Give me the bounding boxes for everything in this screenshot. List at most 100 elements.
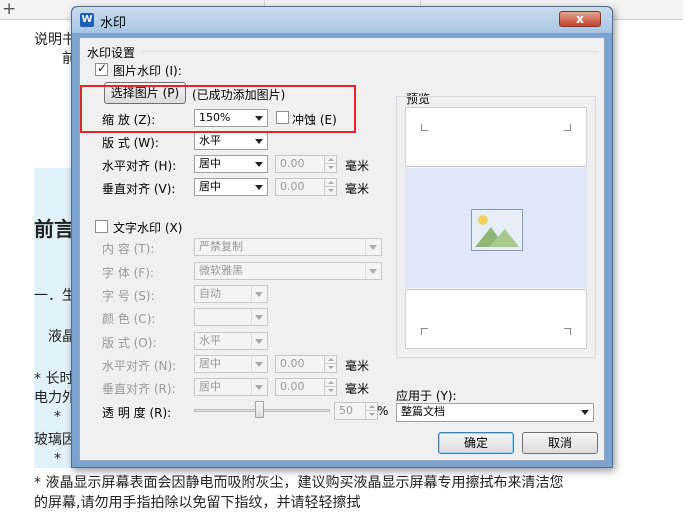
chevron-down-icon [369,245,377,250]
unit-label: 毫米 [345,182,370,196]
color-dropdown[interactable] [194,308,268,326]
font-label: 字 体 (F): [102,266,154,280]
picture-valign-offset-value: 0.00 [280,180,305,193]
text-valign-offset[interactable]: 0.00 [275,378,337,396]
chevron-down-icon [255,315,263,320]
section-divider [142,51,598,52]
picture-layout-value: 水平 [199,134,221,147]
transparency-label: 透 明 度 (R): [102,406,172,420]
ok-button[interactable]: 确定 [438,432,514,454]
size-label: 字 号 (S): [102,289,155,303]
unit-label: 毫米 [345,159,370,173]
doc-line: * 长时 [34,371,74,387]
picture-layout-label: 版 式 (W): [102,136,159,150]
spin-up-icon[interactable] [324,156,336,164]
chevron-down-icon [255,185,263,190]
doc-line: 的屏幕,请勿用手指拍除以免留下指纹，并请轻轻擦拭 [34,495,361,511]
transparency-slider-thumb[interactable] [255,401,264,418]
text-valign-value: 居中 [199,380,221,393]
doc-line: 一．生 [34,288,76,304]
transparency-spinbox[interactable]: 50 [334,402,378,420]
content-label: 内 容 (T): [102,242,155,256]
content-dropdown[interactable]: 严禁复制 [194,238,382,256]
spin-up-icon[interactable] [324,379,336,387]
picture-icon [471,209,523,251]
text-watermark-label: 文字水印 (X) [113,221,183,235]
doc-line: * 液晶显示屏幕表面会因静电而吸附灰尘，建议购买液晶显示屏幕专用擦拭布来清洁您 [34,475,564,491]
doc-line: 电力外 [34,390,76,406]
preview-frame [396,96,596,358]
apply-to-dropdown[interactable]: 整篇文档 [396,403,594,422]
text-halign-offset-value: 0.00 [280,357,305,370]
unit-label: 毫米 [345,359,370,373]
doc-heading: 前言 [34,217,74,241]
picture-valign-dropdown[interactable]: 居中 [194,178,268,196]
doc-line: 说明书 [34,32,76,48]
spin-down-icon[interactable] [324,364,336,372]
text-valign-offset-value: 0.00 [280,380,305,393]
color-label: 颜 色 (C): [102,312,156,326]
chevron-down-icon [255,362,263,367]
text-valign-label: 垂直对齐 (R): [102,382,176,396]
apply-to-label: 应用于 (Y): [396,389,457,403]
picture-valign-value: 居中 [199,180,221,193]
picture-valign-offset[interactable]: 0.00 [275,178,337,196]
content-value: 严禁复制 [199,240,243,253]
close-button[interactable]: x [559,11,601,27]
new-tab-icon[interactable]: + [2,0,16,19]
preview-page-bottom [405,289,587,349]
size-value: 自动 [199,287,221,300]
picture-watermark-label: 图片水印 (I): [113,64,182,78]
picture-halign-offset-value: 0.00 [280,157,305,170]
font-dropdown[interactable]: 微软雅黑 [194,262,382,280]
section-title: 水印设置 [87,46,136,60]
preview-page-top [405,107,587,167]
spin-up-icon[interactable] [324,179,336,187]
chevron-down-icon [255,385,263,390]
size-dropdown[interactable]: 自动 [194,285,268,303]
text-halign-value: 居中 [199,357,221,370]
chevron-down-icon [255,139,263,144]
spin-down-icon[interactable] [365,411,377,419]
text-halign-label: 水平对齐 (N): [102,359,177,373]
cancel-button[interactable]: 取消 [522,432,598,454]
doc-line: * [54,451,61,467]
chevron-down-icon [255,339,263,344]
percent-unit: % [377,404,389,418]
apply-to-value: 整篇文档 [401,405,445,418]
annotation-highlight-box [80,85,356,133]
watermark-dialog: W 水印 x 水印设置 图片水印 (I): 选择图片 (P) (已成功添加图片)… [71,6,613,468]
text-halign-offset[interactable]: 0.00 [275,355,337,373]
doc-line: * [54,409,61,425]
wps-logo-icon: W [80,13,94,27]
chevron-down-icon [255,292,263,297]
text-watermark-checkbox[interactable] [95,220,108,233]
unit-label: 毫米 [345,382,370,396]
preview-watermark-band [405,168,587,288]
chevron-down-icon [581,410,589,415]
text-halign-dropdown[interactable]: 居中 [194,355,268,373]
chevron-down-icon [369,269,377,274]
picture-halign-value: 居中 [199,157,221,170]
spin-down-icon[interactable] [324,164,336,172]
picture-valign-label: 垂直对齐 (V): [102,182,176,196]
picture-halign-offset[interactable]: 0.00 [275,155,337,173]
dialog-titlebar[interactable]: W 水印 x [72,7,612,33]
text-layout-value: 水平 [199,334,221,347]
chevron-down-icon [255,162,263,167]
picture-watermark-checkbox[interactable] [95,61,108,76]
transparency-value: 50 [339,404,353,417]
doc-line: 玻璃因 [34,432,76,448]
picture-halign-label: 水平对齐 (H): [102,159,177,173]
spin-up-icon[interactable] [324,356,336,364]
font-value: 微软雅黑 [199,264,243,277]
picture-halign-dropdown[interactable]: 居中 [194,155,268,173]
text-layout-label: 版 式 (O): [102,336,157,350]
spin-down-icon[interactable] [324,187,336,195]
spin-down-icon[interactable] [324,387,336,395]
spin-up-icon[interactable] [365,403,377,411]
picture-layout-dropdown[interactable]: 水平 [194,132,268,150]
text-layout-dropdown[interactable]: 水平 [194,332,268,350]
dialog-title: 水印 [100,16,127,31]
text-valign-dropdown[interactable]: 居中 [194,378,268,396]
